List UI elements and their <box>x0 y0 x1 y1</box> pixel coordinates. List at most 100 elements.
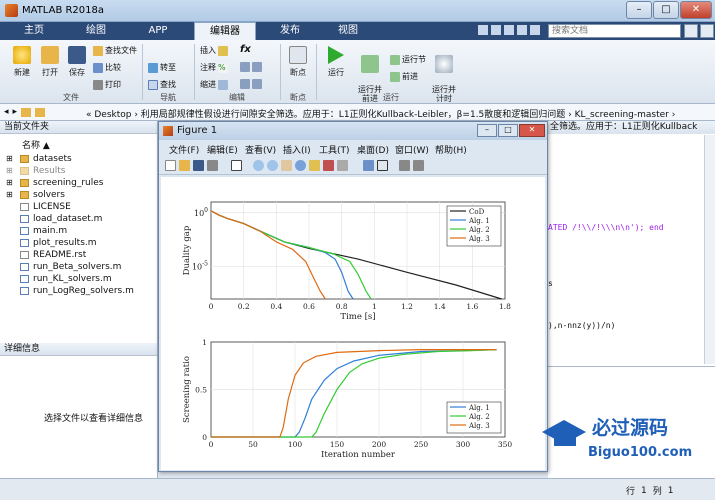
undo-icon[interactable] <box>517 25 527 35</box>
menu-desktop[interactable]: 桌面(D) <box>357 143 389 156</box>
find-button[interactable]: 查找 <box>148 79 176 90</box>
link-plot-icon[interactable] <box>337 160 348 171</box>
browse-folder-icon[interactable] <box>35 107 46 117</box>
open-button[interactable]: 打开 <box>36 46 64 78</box>
tab-publish[interactable]: 发布 <box>262 22 318 40</box>
rotate-3d-icon[interactable] <box>295 160 306 171</box>
col-value: 1 <box>667 485 674 496</box>
compare-button[interactable]: 比较 <box>93 62 121 73</box>
indent-button[interactable]: 缩进 <box>200 79 228 90</box>
tab-editor[interactable]: 编辑器 <box>194 22 256 40</box>
menu-file[interactable]: 文件(F) <box>169 143 199 156</box>
title-bar: MATLAB R2018a – □ ✕ <box>0 0 715 22</box>
copy-icon[interactable] <box>504 25 514 35</box>
editor-panel[interactable]: 全筛选。应用于：L1正则化Kullback ATED /!\\/!\\\n\n'… <box>548 121 715 366</box>
x-axis-label: Iteration number <box>321 450 396 460</box>
help-icon[interactable] <box>530 25 540 35</box>
x-tick-label: 1 <box>372 302 377 311</box>
tab-plots[interactable]: 绘图 <box>68 22 124 40</box>
figure-window[interactable]: Figure 1 – □ ✕ 文件(F) 编辑(E) 查看(V) 插入(I) 工… <box>158 121 548 472</box>
current-folder-path[interactable]: « Desktop › 利用局部规律性假设进行间隙安全筛选。应用于：L1正则化K… <box>86 107 675 120</box>
charts-svg[interactable]: 0 0.2 0.4 0.6 0.8 1 1.2 1.4 1.6 1.810010-5Time [s… <box>161 177 545 470</box>
find-files-button[interactable]: 查找文件 <box>93 45 137 56</box>
save-icon[interactable] <box>478 25 488 35</box>
menu-tools[interactable]: 工具(T) <box>319 143 350 156</box>
expand-icon[interactable]: ⊞ <box>6 177 13 189</box>
figure-title-bar: Figure 1 – □ ✕ <box>159 122 547 140</box>
pan-hand-icon[interactable] <box>281 160 292 171</box>
notification-icon[interactable] <box>684 24 698 38</box>
stopwatch-icon <box>435 55 453 73</box>
new-figure-icon[interactable] <box>165 160 176 171</box>
address-bar: ◂ ▸ « Desktop › 利用局部规律性假设进行间隙安全筛选。应用于：L1… <box>0 104 715 121</box>
figure-canvas[interactable]: 0 0.2 0.4 0.6 0.8 1 1.2 1.4 1.6 1.8 100 10-5 Time [s… <box>161 177 545 470</box>
menu-insert[interactable]: 插入(I) <box>283 143 311 156</box>
tab-apps[interactable]: APP <box>130 22 186 40</box>
tab-home[interactable]: 主页 <box>6 22 62 40</box>
fx-button[interactable]: fx <box>240 44 251 55</box>
editor-scrollbar[interactable] <box>704 135 715 364</box>
show-plot-tools-icon[interactable] <box>413 160 424 171</box>
menu-edit[interactable]: 编辑(E) <box>207 143 238 156</box>
open-file-icon[interactable] <box>179 160 190 171</box>
pointer-icon[interactable] <box>231 160 242 171</box>
insert-button[interactable]: 插入 <box>200 45 228 56</box>
quick-access-toolbar <box>478 25 542 37</box>
editor-tab[interactable]: 全筛选。应用于：L1正则化Kullback <box>548 121 715 134</box>
hide-plot-tools-icon[interactable] <box>399 160 410 171</box>
search-documentation-input[interactable]: 搜索文档 <box>548 24 681 38</box>
x-tick-label: 1.6 <box>466 302 478 311</box>
menu-window[interactable]: 窗口(W) <box>395 143 429 156</box>
run-section-button[interactable]: 运行节 <box>390 54 426 65</box>
x-tick-label: 350 <box>498 440 513 449</box>
increase-indent-icon[interactable] <box>240 79 250 89</box>
details-header: 详细信息 <box>0 343 157 356</box>
menu-help[interactable]: 帮助(H) <box>435 143 467 156</box>
zoom-out-icon[interactable] <box>267 160 278 171</box>
collapse-ribbon-icon[interactable] <box>700 24 714 38</box>
folder-icon <box>20 167 29 175</box>
print-figure-icon[interactable] <box>207 160 218 171</box>
cut-icon[interactable] <box>491 25 501 35</box>
save-button[interactable]: 保存 <box>63 46 91 78</box>
expand-icon[interactable]: ⊞ <box>6 189 13 201</box>
figure-close-button[interactable]: ✕ <box>519 124 545 137</box>
y-tick-label: 100 <box>194 207 208 218</box>
comment-button[interactable]: 注释% <box>200 62 228 73</box>
advance-button[interactable]: 前进 <box>390 71 418 82</box>
new-button[interactable]: 新建 <box>8 46 36 78</box>
brush-icon[interactable] <box>323 160 334 171</box>
tab-view[interactable]: 视图 <box>320 22 376 40</box>
zoom-in-icon[interactable] <box>253 160 264 171</box>
run-button[interactable]: 运行 <box>322 46 350 78</box>
breakpoints-button[interactable]: 断点 <box>284 46 312 78</box>
decrease-indent-icon[interactable] <box>252 79 262 89</box>
expand-icon[interactable]: ⊞ <box>6 165 13 177</box>
maximize-button[interactable]: □ <box>653 1 679 19</box>
legend-icon[interactable] <box>377 160 388 171</box>
forward-icon[interactable]: ▸ <box>13 107 18 117</box>
goto-arrow-icon <box>148 62 158 73</box>
goto-button[interactable]: 转至 <box>148 62 176 73</box>
print-button[interactable]: 打印 <box>93 79 121 90</box>
menu-view[interactable]: 查看(V) <box>245 143 276 156</box>
printer-icon <box>93 79 103 90</box>
expand-icon[interactable]: ⊞ <box>6 153 13 165</box>
figure-minimize-button[interactable]: – <box>477 124 497 137</box>
column-header-name[interactable]: 名称 ▲ <box>22 138 50 151</box>
row-label: 行 <box>626 487 636 497</box>
comment-toggle-icon[interactable] <box>240 62 250 72</box>
run-advance-icon <box>361 55 379 73</box>
y-axis-label: Screening ratio <box>182 356 192 423</box>
save-figure-icon[interactable] <box>193 160 204 171</box>
uncomment-icon[interactable] <box>252 62 262 72</box>
colorbar-icon[interactable] <box>363 160 374 171</box>
minimize-button[interactable]: – <box>626 1 652 19</box>
back-icon[interactable]: ◂ <box>4 107 9 117</box>
up-folder-icon[interactable] <box>21 107 32 117</box>
folder-icon <box>20 191 29 199</box>
data-cursor-icon[interactable] <box>309 160 320 171</box>
close-button[interactable]: ✕ <box>680 1 712 19</box>
figure-maximize-button[interactable]: □ <box>498 124 518 137</box>
watermark-url: Biguo100.com <box>588 445 692 460</box>
